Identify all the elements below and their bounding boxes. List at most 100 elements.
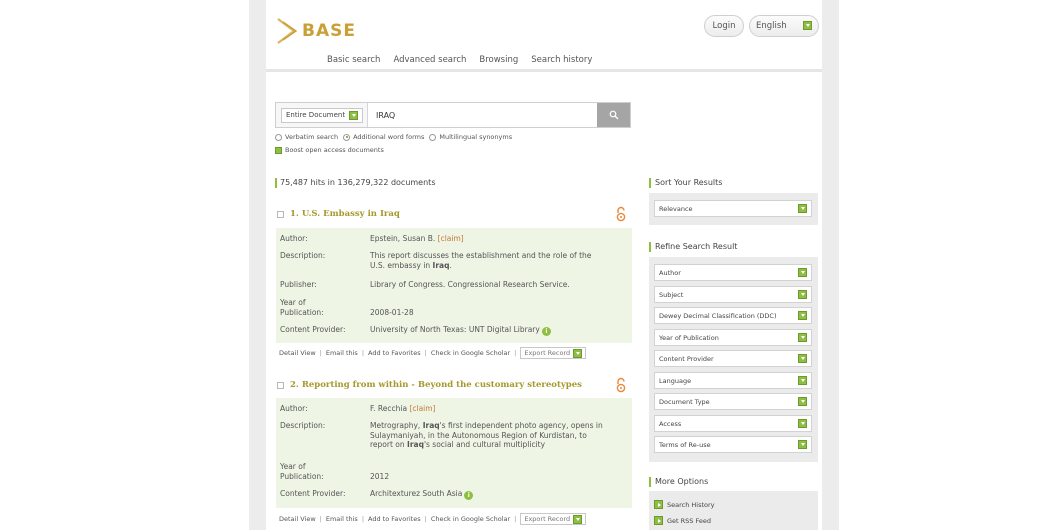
base-logo-icon xyxy=(277,18,298,44)
author-link[interactable]: F. Recchia xyxy=(370,404,407,413)
facet-subject[interactable]: Subject xyxy=(654,286,812,303)
search-bar: Entire Document xyxy=(275,102,631,128)
result-title-link[interactable]: 2. Reporting from within - Beyond the cu… xyxy=(290,380,582,390)
description-text: This report discusses the establishment … xyxy=(370,251,628,270)
boost-checkbox[interactable] xyxy=(275,146,282,154)
nav-search-history[interactable]: Search history xyxy=(531,55,592,65)
result-checkbox[interactable] xyxy=(277,381,284,389)
result-checkbox[interactable] xyxy=(277,210,284,218)
search-history-link[interactable]: Search History xyxy=(654,500,715,509)
email-link[interactable]: Email this xyxy=(326,515,358,523)
facet-author[interactable]: Author xyxy=(654,264,812,281)
provider-label: Content Provider: xyxy=(280,489,346,498)
arrow-right-icon xyxy=(654,516,663,525)
result-actions: Detail View | Email this | Add to Favorite… xyxy=(279,347,587,359)
description-line: This report discusses the establishment … xyxy=(370,251,592,260)
claim-link[interactable]: [claim] xyxy=(409,404,435,413)
open-access-icon xyxy=(616,206,626,222)
highlight-term: Iraq xyxy=(432,260,450,270)
search-input[interactable] xyxy=(368,103,597,127)
sort-value: Relevance xyxy=(659,204,693,213)
language-select[interactable]: English xyxy=(749,15,819,37)
hits-count: 75,487 hits in 136,279,322 documents xyxy=(275,178,435,188)
author-label: Author: xyxy=(280,404,308,413)
search-field-select[interactable]: Entire Document xyxy=(276,103,368,127)
chevron-down-icon xyxy=(798,333,807,342)
export-record-button[interactable]: Export Record xyxy=(520,347,587,359)
facet-doctype[interactable]: Document Type xyxy=(654,393,812,410)
search-button[interactable] xyxy=(597,103,630,127)
chevron-down-icon xyxy=(798,311,807,320)
additional-forms-label: Additional word forms xyxy=(353,133,425,141)
result-title-link[interactable]: 1. U.S. Embassy in Iraq xyxy=(290,209,400,219)
description-label: Description: xyxy=(280,251,326,260)
sort-title: Sort Your Results xyxy=(649,178,722,188)
year-label: Year of Publication: xyxy=(280,462,324,481)
nav-advanced-search[interactable]: Advanced search xyxy=(393,55,466,65)
facet-provider[interactable]: Content Provider xyxy=(654,350,812,367)
language-label: English xyxy=(756,21,787,31)
facet-label: Terms of Re-use xyxy=(659,440,711,449)
author-link[interactable]: Epstein, Susan B. xyxy=(370,234,435,243)
facet-language[interactable]: Language xyxy=(654,372,812,389)
provider-label: Content Provider: xyxy=(280,325,346,334)
nav-basic-search[interactable]: Basic search xyxy=(327,55,380,65)
export-record-button[interactable]: Export Record xyxy=(520,513,587,525)
author-label: Author: xyxy=(280,234,308,243)
boost-option: Boost open access documents xyxy=(275,146,384,154)
multilingual-radio[interactable] xyxy=(429,133,437,141)
multilingual-label: Multilingual synonyms xyxy=(439,133,513,141)
search-icon xyxy=(609,110,618,120)
result-actions: Detail View | Email this | Add to Favorite… xyxy=(279,513,587,525)
year-label: Year of Publication: xyxy=(280,298,324,317)
chevron-down-icon xyxy=(798,440,807,449)
refine-title: Refine Search Result xyxy=(649,242,737,252)
sort-select[interactable]: Relevance xyxy=(654,200,812,217)
base-logo[interactable]: BASE xyxy=(276,14,356,48)
add-favorites-link[interactable]: Add to Favorites xyxy=(368,349,421,357)
logo-text: BASE xyxy=(302,21,356,41)
add-favorites-link[interactable]: Add to Favorites xyxy=(368,515,421,523)
facet-year[interactable]: Year of Publication xyxy=(654,329,812,346)
highlight-term: Iraq xyxy=(407,440,424,449)
rss-feed-link[interactable]: Get RSS Feed xyxy=(654,516,711,525)
google-scholar-link[interactable]: Check in Google Scholar xyxy=(431,515,510,523)
facet-access[interactable]: Access xyxy=(654,415,812,432)
description-line: . xyxy=(449,260,452,270)
info-icon[interactable]: i xyxy=(464,491,474,500)
nav-browsing[interactable]: Browsing xyxy=(479,55,518,65)
additional-forms-radio[interactable] xyxy=(343,133,351,141)
facet-label: Author xyxy=(659,268,681,277)
info-icon[interactable]: i xyxy=(541,327,551,336)
result-details: Author: Epstein, Susan B. [claim] Descri… xyxy=(276,228,632,343)
facet-label: Document Type xyxy=(659,397,710,406)
facet-label: Subject xyxy=(659,290,684,299)
nav-divider xyxy=(266,69,822,72)
description-line: Metrography, xyxy=(370,421,423,430)
more-options-title: More Options xyxy=(649,477,708,487)
description-line: report on xyxy=(370,440,408,449)
chevron-down-icon xyxy=(803,21,812,30)
result-title: 1. U.S. Embassy in Iraq xyxy=(277,209,400,219)
chevron-down-icon xyxy=(798,290,807,299)
more-item-label: Search History xyxy=(667,500,715,509)
chevron-down-icon xyxy=(573,514,583,524)
provider-value: University of North Texas: UNT Digital L… xyxy=(370,325,628,336)
highlight-term: Iraq xyxy=(422,421,440,430)
claim-link[interactable]: [claim] xyxy=(438,234,464,243)
chevron-down-icon xyxy=(798,354,807,363)
facet-terms[interactable]: Terms of Re-use xyxy=(654,436,812,453)
facet-ddc[interactable]: Dewey Decimal Classification (DDC) xyxy=(654,307,812,324)
email-link[interactable]: Email this xyxy=(326,349,358,357)
verbatim-label: Verbatim search xyxy=(285,133,339,141)
google-scholar-link[interactable]: Check in Google Scholar xyxy=(431,349,510,357)
chevron-down-icon xyxy=(798,419,807,428)
open-access-icon xyxy=(616,377,626,393)
detail-view-link[interactable]: Detail View xyxy=(279,515,316,523)
description-label: Description: xyxy=(280,421,326,430)
detail-view-link[interactable]: Detail View xyxy=(279,349,316,357)
verbatim-radio[interactable] xyxy=(275,133,282,141)
description-text: Metrography, Iraq's first independent ph… xyxy=(370,421,628,450)
chevron-down-icon xyxy=(798,268,807,277)
login-button[interactable]: Login xyxy=(704,15,744,37)
